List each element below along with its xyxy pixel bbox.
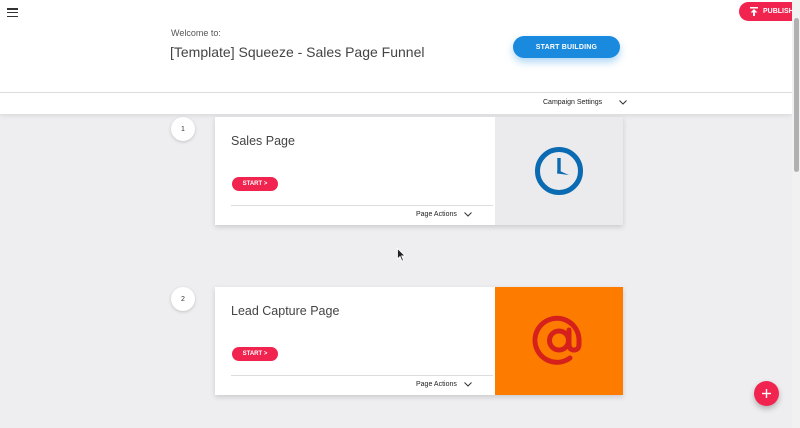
campaign-settings-bar: Campaign Settings bbox=[0, 92, 792, 114]
welcome-text: Welcome to: bbox=[171, 28, 221, 38]
page-actions-label: Page Actions bbox=[416, 211, 457, 218]
step-title: Lead Capture Page bbox=[231, 304, 340, 318]
campaign-settings-dropdown[interactable]: Campaign Settings bbox=[543, 99, 628, 106]
scrollbar-thumb[interactable] bbox=[794, 18, 799, 172]
chevron-down-icon bbox=[619, 100, 628, 105]
step-thumbnail[interactable] bbox=[495, 117, 623, 225]
campaign-settings-label: Campaign Settings bbox=[543, 99, 603, 106]
mouse-cursor-icon bbox=[397, 248, 406, 262]
publish-button[interactable]: PUBLISH bbox=[739, 2, 800, 21]
hamburger-menu-icon[interactable] bbox=[7, 8, 18, 17]
add-step-button[interactable] bbox=[754, 381, 779, 406]
step-number-badge: 1 bbox=[171, 117, 195, 141]
page-actions-dropdown[interactable]: Page Actions bbox=[416, 381, 472, 388]
step-thumbnail[interactable] bbox=[495, 287, 623, 395]
start-step-button[interactable]: START > bbox=[232, 347, 278, 361]
step-title: Sales Page bbox=[231, 134, 295, 148]
card-divider bbox=[231, 375, 493, 376]
funnel-step-card: Sales Page START > Page Actions bbox=[215, 117, 623, 225]
page-actions-dropdown[interactable]: Page Actions bbox=[416, 211, 472, 218]
start-building-button[interactable]: START BUILDING bbox=[513, 36, 620, 58]
card-divider bbox=[231, 205, 493, 206]
publish-label: PUBLISH bbox=[763, 8, 794, 15]
clock-icon bbox=[535, 147, 583, 195]
page-header: Welcome to: [Template] Squeeze - Sales P… bbox=[0, 0, 792, 92]
funnel-step-card: Lead Capture Page START > Page Actions bbox=[215, 287, 623, 395]
start-step-button[interactable]: START > bbox=[232, 177, 278, 191]
page-actions-label: Page Actions bbox=[416, 381, 457, 388]
plus-icon bbox=[762, 389, 771, 398]
upload-arrow-icon bbox=[750, 7, 758, 16]
chevron-down-icon bbox=[464, 212, 472, 217]
at-sign-icon bbox=[532, 315, 582, 365]
funnel-title: [Template] Squeeze - Sales Page Funnel bbox=[170, 44, 425, 60]
step-number-badge: 2 bbox=[171, 287, 195, 311]
chevron-down-icon bbox=[464, 382, 472, 387]
